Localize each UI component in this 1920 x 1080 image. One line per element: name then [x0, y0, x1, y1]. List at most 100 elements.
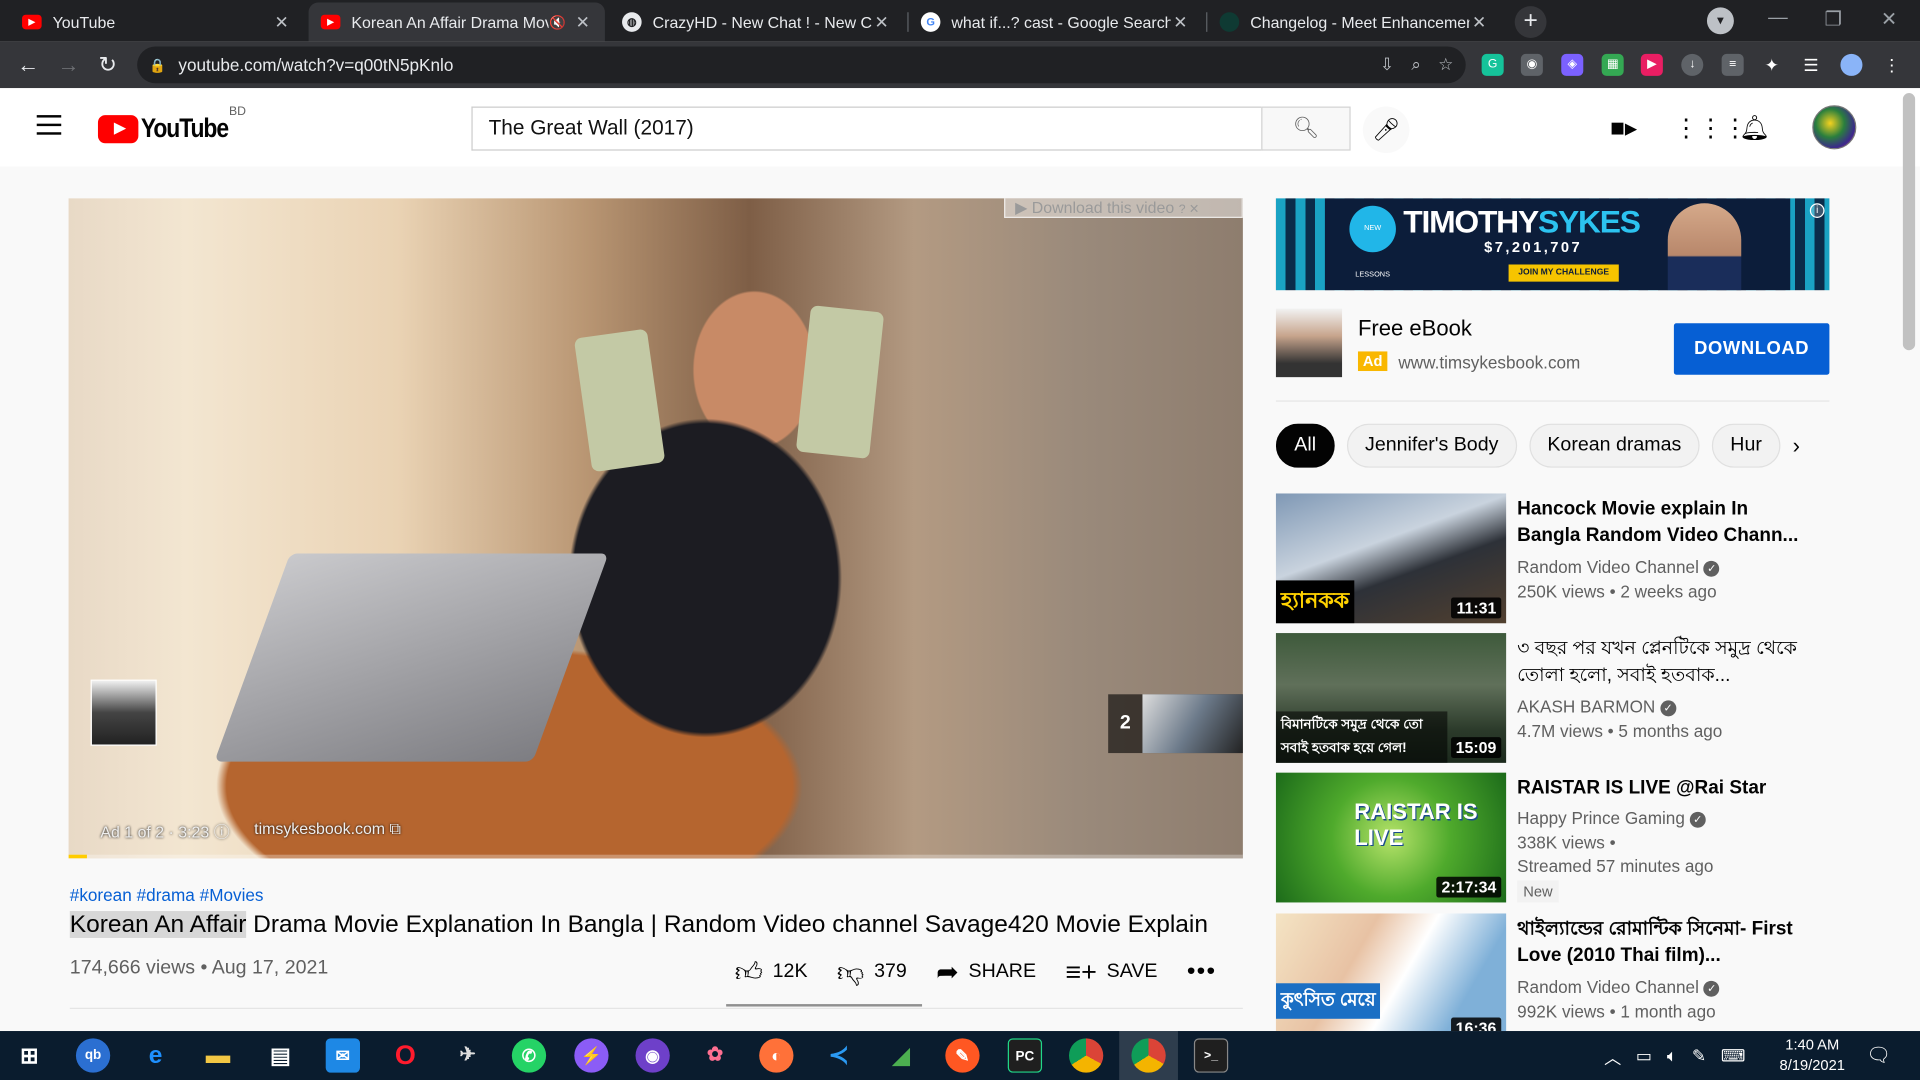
- video-thumbnail[interactable]: হ্যানকক 11:31: [1275, 493, 1507, 624]
- info-circle-icon[interactable]: ⓘ: [214, 823, 230, 841]
- vpn-extension-icon[interactable]: ◈: [1561, 53, 1584, 76]
- play-extension-icon[interactable]: ▶: [1640, 53, 1663, 76]
- recommended-video[interactable]: হ্যানকক 11:31 Hancock Movie explain In B…: [1275, 493, 1829, 624]
- search-button[interactable]: 🔍︎: [1261, 106, 1351, 151]
- chrome-menu-icon[interactable]: ⋮: [1881, 54, 1903, 76]
- apps-grid-icon[interactable]: ⋮⋮⋮: [1674, 113, 1747, 145]
- ad-banner[interactable]: NEW LESSONS WEEKLY TIMOTHYSYKES $7,201,7…: [1275, 198, 1830, 291]
- chip-korean-dramas[interactable]: Korean dramas: [1528, 423, 1700, 468]
- chrome-active-window-icon[interactable]: [1131, 1038, 1166, 1073]
- tab-crazyhd[interactable]: ◍ CrazyHD - New Chat ! - New Cha ✕: [610, 2, 904, 41]
- hamburger-menu-icon[interactable]: [36, 115, 62, 141]
- chip-jennifers-body[interactable]: Jennifer's Body: [1346, 423, 1517, 468]
- ad-info-icon[interactable]: i: [1809, 203, 1825, 218]
- tray-expand-chevron-icon[interactable]: ︿: [1604, 1046, 1621, 1070]
- promoted-ad-card[interactable]: Free eBook Ad www.timsykesbook.com DOWNL…: [1275, 308, 1830, 380]
- profile-avatar-icon[interactable]: [1840, 53, 1863, 76]
- volume-icon[interactable]: 🔈︎: [1667, 1046, 1677, 1070]
- like-button[interactable]: 👍︎ 12K: [735, 955, 808, 988]
- download-extension-icon[interactable]: ↓: [1681, 53, 1704, 76]
- new-tab-button[interactable]: +: [1514, 6, 1547, 38]
- chip-truncated[interactable]: Hur: [1711, 423, 1781, 468]
- channel-name[interactable]: Random Video Channel ✓: [1517, 557, 1720, 577]
- windows-start-icon[interactable]: ⊞: [12, 1038, 46, 1072]
- whatsapp-icon[interactable]: ✆: [511, 1038, 547, 1073]
- bookmark-star-icon[interactable]: ☆: [1438, 54, 1453, 75]
- extensions-puzzle-icon[interactable]: ✦: [1761, 54, 1783, 76]
- tab-search-icon[interactable]: ▾: [1706, 7, 1734, 35]
- file-explorer-icon[interactable]: ▬: [201, 1038, 235, 1072]
- share-button[interactable]: ➦ SHARE: [936, 956, 1036, 988]
- close-tab-icon[interactable]: ✕: [872, 12, 892, 33]
- next-ad-preview[interactable]: 2: [1108, 694, 1243, 754]
- terminal-icon[interactable]: >_: [1193, 1038, 1229, 1073]
- video-thumbnail[interactable]: RAISTAR IS LIVE 2:17:34: [1275, 772, 1507, 903]
- channel-name[interactable]: Random Video Channel ✓: [1517, 977, 1720, 997]
- address-bar[interactable]: 🔒 youtube.com/watch?v=q00tN5pKnlo ⇩ ⌕ ☆: [137, 46, 1466, 84]
- firefox-icon[interactable]: ◐: [759, 1038, 794, 1073]
- pycharm-icon[interactable]: PC: [1007, 1038, 1043, 1073]
- minimize-icon[interactable]: —: [1768, 7, 1788, 29]
- close-window-icon[interactable]: ✕: [1881, 7, 1897, 31]
- camera-extension-icon[interactable]: ◉: [1520, 53, 1543, 76]
- recommended-video[interactable]: বিমানটিকে সমুদ্র থেকে তো সবাই হতবাক হয়ে…: [1275, 633, 1829, 763]
- recommended-video[interactable]: RAISTAR IS LIVE 2:17:34 RAISTAR IS LIVE …: [1275, 772, 1829, 908]
- download-button[interactable]: DOWNLOAD: [1673, 323, 1830, 375]
- close-tab-icon[interactable]: ✕: [272, 12, 292, 33]
- edge-browser-icon[interactable]: e: [138, 1038, 172, 1072]
- download-video-overlay[interactable]: ▶ Download this video ? ✕: [1004, 198, 1243, 218]
- tab-korean-an-affair[interactable]: ▶ Korean An Affair Drama Mov 🔇 ✕: [308, 2, 605, 42]
- tab-youtube[interactable]: ▶ YouTube ✕: [10, 2, 304, 41]
- pen-tray-icon[interactable]: ✎: [1692, 1046, 1706, 1070]
- tab-google-search[interactable]: G what if...? cast - Google Search ✕: [909, 2, 1203, 41]
- channel-name[interactable]: AKASH BARMON ✓: [1517, 697, 1677, 717]
- network-icon[interactable]: ▭: [1636, 1046, 1652, 1070]
- hashtag-link[interactable]: #korean: [70, 885, 132, 905]
- chevron-right-icon[interactable]: ›: [1785, 431, 1807, 460]
- github-desktop-icon[interactable]: ◉: [635, 1038, 670, 1073]
- video-thumbnail[interactable]: কুৎসিত মেয়ে 16:36: [1275, 913, 1507, 1032]
- install-app-icon[interactable]: ⇩: [1380, 54, 1394, 75]
- mail-icon[interactable]: ✉: [325, 1038, 361, 1073]
- satellite-app-icon[interactable]: ✈: [451, 1038, 485, 1072]
- keyboard-icon[interactable]: ⌨: [1721, 1046, 1746, 1070]
- chrome-icon[interactable]: [1068, 1038, 1104, 1073]
- zoom-icon[interactable]: ⌕: [1411, 54, 1421, 75]
- restore-icon[interactable]: ❐: [1825, 7, 1843, 31]
- voice-search-mic-icon[interactable]: 🎤︎: [1362, 106, 1410, 154]
- recommended-video[interactable]: কুৎসিত মেয়ে 16:36 থাইল্যান্ডের রোমান্টি…: [1275, 913, 1829, 1032]
- hashtag-link[interactable]: #Movies: [200, 885, 264, 905]
- system-clock[interactable]: 1:40 AM 8/19/2021: [1768, 1035, 1856, 1077]
- reader-extension-icon[interactable]: ≡: [1721, 53, 1744, 76]
- ad-progress-bar[interactable]: [68, 854, 1243, 859]
- video-title[interactable]: থাইল্যান্ডের রোমান্টিক সিনেমা- First Lov…: [1517, 916, 1811, 970]
- back-arrow-icon[interactable]: ←: [15, 51, 42, 78]
- video-thumbnail[interactable]: বিমানটিকে সমুদ্র থেকে তো সবাই হতবাক হয়ে…: [1275, 633, 1507, 763]
- vscode-icon[interactable]: ≺: [822, 1038, 856, 1072]
- tab-changelog[interactable]: Changelog - Meet Enhancement ✕: [1207, 2, 1501, 41]
- video-player[interactable]: ▶ Download this video ? ✕ 2 Ad 1 of 2 · …: [68, 198, 1243, 859]
- forward-arrow-icon[interactable]: →: [55, 51, 82, 78]
- speaker-muted-icon[interactable]: 🔇: [549, 14, 566, 30]
- youtube-logo[interactable]: YouTube BD: [97, 105, 246, 145]
- ad-domain-link[interactable]: timsykesbook.com ⧉: [254, 819, 401, 842]
- create-video-icon[interactable]: ■▸: [1608, 113, 1640, 145]
- brain-app-icon[interactable]: ✿: [698, 1038, 732, 1072]
- microsoft-store-icon[interactable]: ▤: [263, 1038, 297, 1072]
- qbittorrent-icon[interactable]: qb: [75, 1038, 111, 1073]
- video-title[interactable]: RAISTAR IS LIVE @Rai Star: [1517, 775, 1811, 802]
- search-input[interactable]: The Great Wall (2017): [471, 106, 1263, 151]
- opera-browser-icon[interactable]: O: [388, 1038, 422, 1072]
- hashtag-link[interactable]: #drama: [137, 885, 195, 905]
- video-title[interactable]: Hancock Movie explain In Bangla Random V…: [1517, 496, 1811, 550]
- video-title[interactable]: ৩ বছর পর যখন প্লেনটিকে সমুদ্র থেকে তোলা …: [1517, 636, 1811, 690]
- messenger-icon[interactable]: ⚡: [574, 1038, 609, 1073]
- save-button[interactable]: ≡+ SAVE: [1065, 956, 1157, 988]
- channel-name[interactable]: Happy Prince Gaming ✓: [1517, 808, 1706, 828]
- dislike-button[interactable]: 👎︎ 379: [837, 955, 907, 988]
- reload-icon[interactable]: ↻: [94, 51, 121, 78]
- pen-app-icon[interactable]: ✎: [945, 1038, 980, 1073]
- more-actions-icon[interactable]: •••: [1187, 958, 1216, 986]
- drawing-app-icon[interactable]: ◢: [884, 1038, 918, 1072]
- notifications-icon[interactable]: 🗨︎: [1866, 1043, 1891, 1067]
